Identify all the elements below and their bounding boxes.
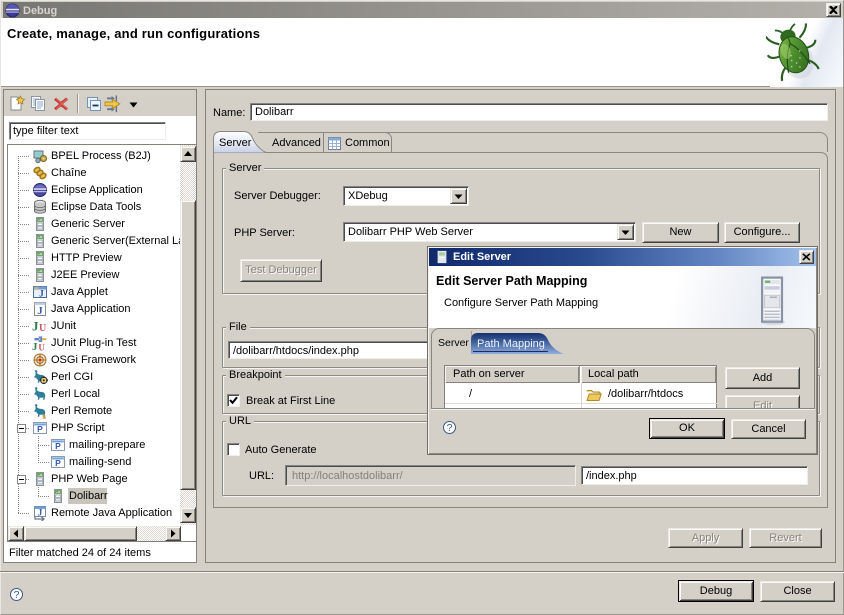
svg-text:J: J (32, 319, 39, 334)
svg-text:U: U (38, 342, 45, 351)
svg-text:J: J (39, 289, 44, 299)
svg-text:U: U (39, 323, 46, 334)
svg-text:P: P (55, 458, 61, 468)
svg-text:P: P (37, 424, 43, 434)
svg-text:J: J (38, 508, 43, 518)
svg-text:P: P (55, 441, 61, 451)
svg-text:J: J (37, 305, 43, 317)
svg-text:J: J (32, 341, 38, 351)
